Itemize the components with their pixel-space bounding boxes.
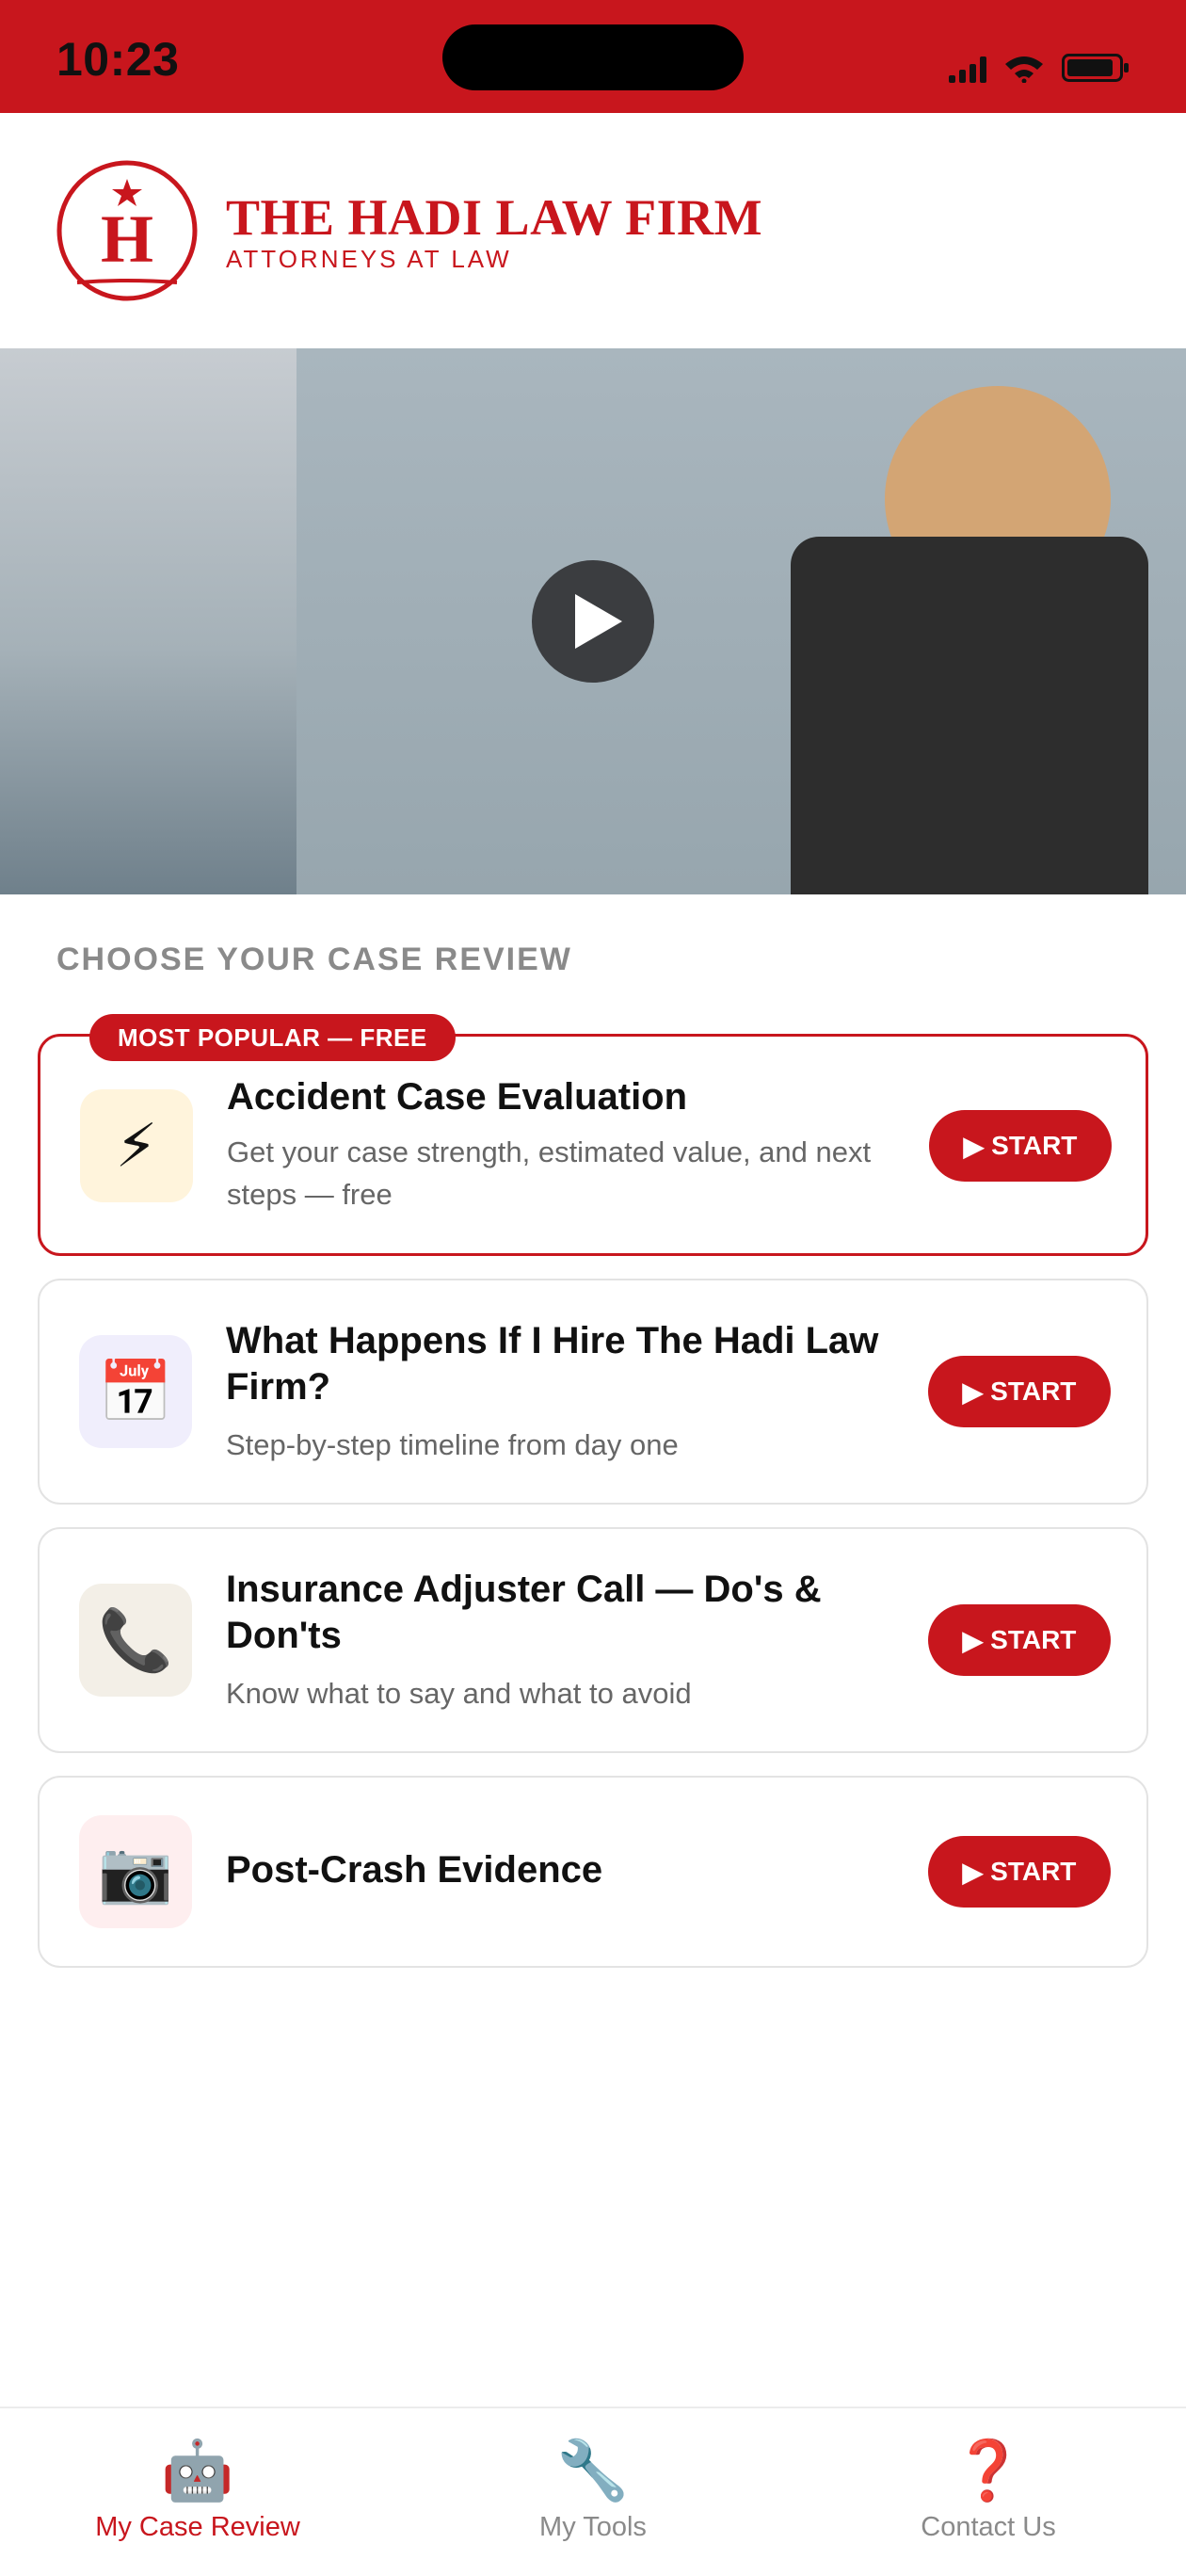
card-description: Get your case strength, estimated value,… xyxy=(227,1135,872,1211)
camera-icon: 📷 xyxy=(79,1815,192,1928)
case-card-accident-evaluation[interactable]: MOST POPULAR — FREE ⚡ Accident Case Eval… xyxy=(38,1014,1148,1256)
wifi-icon xyxy=(1005,56,1043,83)
battery-icon xyxy=(1062,54,1129,82)
dynamic-island xyxy=(442,24,744,90)
status-bar: 10:23 xyxy=(0,0,1186,113)
card-description: Step-by-step timeline from day one xyxy=(226,1428,679,1461)
play-arrow-icon: ▶ xyxy=(962,1625,984,1655)
wrench-icon: 🔧 xyxy=(556,2439,630,2504)
firm-subtitle: ATTORNEYS AT LAW xyxy=(226,245,512,273)
start-button-hire-timeline[interactable]: ▶ START xyxy=(928,1356,1111,1427)
phone-icon: 📞 xyxy=(79,1584,192,1697)
card-title: What Happens If I Hire The Hadi Law Firm… xyxy=(226,1320,879,1408)
nav-my-case-review[interactable]: 🤖 My Case Review xyxy=(0,2408,395,2576)
nav-label: My Case Review xyxy=(95,2512,300,2542)
nav-contact-us[interactable]: ❓ Contact Us xyxy=(791,2408,1186,2576)
card-title: Accident Case Evaluation xyxy=(227,1076,688,1118)
nav-label: My Tools xyxy=(539,2512,647,2542)
start-button-post-crash-evidence[interactable]: ▶ START xyxy=(928,1836,1111,1908)
play-arrow-icon: ▶ xyxy=(962,1857,984,1887)
case-card-insurance-adjuster[interactable]: 📞 Insurance Adjuster Call — Do's & Don't… xyxy=(38,1527,1148,1753)
start-button-label: START xyxy=(990,1625,1077,1654)
card-title: Post-Crash Evidence xyxy=(226,1849,603,1891)
case-card-hire-timeline[interactable]: 📅 What Happens If I Hire The Hadi Law Fi… xyxy=(38,1279,1148,1505)
start-button-label: START xyxy=(990,1377,1077,1406)
play-arrow-icon: ▶ xyxy=(963,1131,985,1161)
robot-icon: 🤖 xyxy=(161,2439,234,2504)
calendar-icon: 📅 xyxy=(79,1335,192,1448)
start-button-label: START xyxy=(991,1131,1078,1160)
intro-video[interactable] xyxy=(0,348,1186,894)
play-icon xyxy=(575,594,622,649)
start-button-insurance-adjuster[interactable]: ▶ START xyxy=(928,1604,1111,1676)
start-button-accident-evaluation[interactable]: ▶ START xyxy=(929,1110,1112,1182)
svg-text:H: H xyxy=(101,201,153,277)
most-popular-badge: MOST POPULAR — FREE xyxy=(89,1014,456,1061)
app-header: H THE HADI LAW FIRM ATTORNEYS AT LAW xyxy=(0,113,1186,348)
cellular-signal-icon xyxy=(949,56,986,83)
play-arrow-icon: ▶ xyxy=(962,1377,984,1407)
start-button-label: START xyxy=(990,1857,1077,1886)
section-title: CHOOSE YOUR CASE REVIEW xyxy=(56,942,572,977)
card-title: Insurance Adjuster Call — Do's & Don'ts xyxy=(226,1569,822,1656)
firm-name: THE HADI LAW FIRM xyxy=(226,189,763,246)
card-description: Know what to say and what to avoid xyxy=(226,1677,692,1710)
attorney-body xyxy=(791,537,1148,894)
bottom-navigation: 🤖 My Case Review 🔧 My Tools ❓ Contact Us xyxy=(0,2407,1186,2576)
case-card-post-crash-evidence[interactable]: 📷 Post-Crash Evidence ▶ START xyxy=(38,1776,1148,1968)
play-button[interactable] xyxy=(532,560,654,683)
lightning-icon: ⚡ xyxy=(80,1089,193,1202)
nav-label: Contact Us xyxy=(921,2512,1056,2542)
question-icon: ❓ xyxy=(952,2439,1025,2504)
status-time: 10:23 xyxy=(56,33,180,86)
status-icons xyxy=(949,53,1130,83)
firm-logo[interactable]: H xyxy=(56,160,198,301)
nav-my-tools[interactable]: 🔧 My Tools xyxy=(395,2408,791,2576)
video-background-window xyxy=(0,348,296,894)
